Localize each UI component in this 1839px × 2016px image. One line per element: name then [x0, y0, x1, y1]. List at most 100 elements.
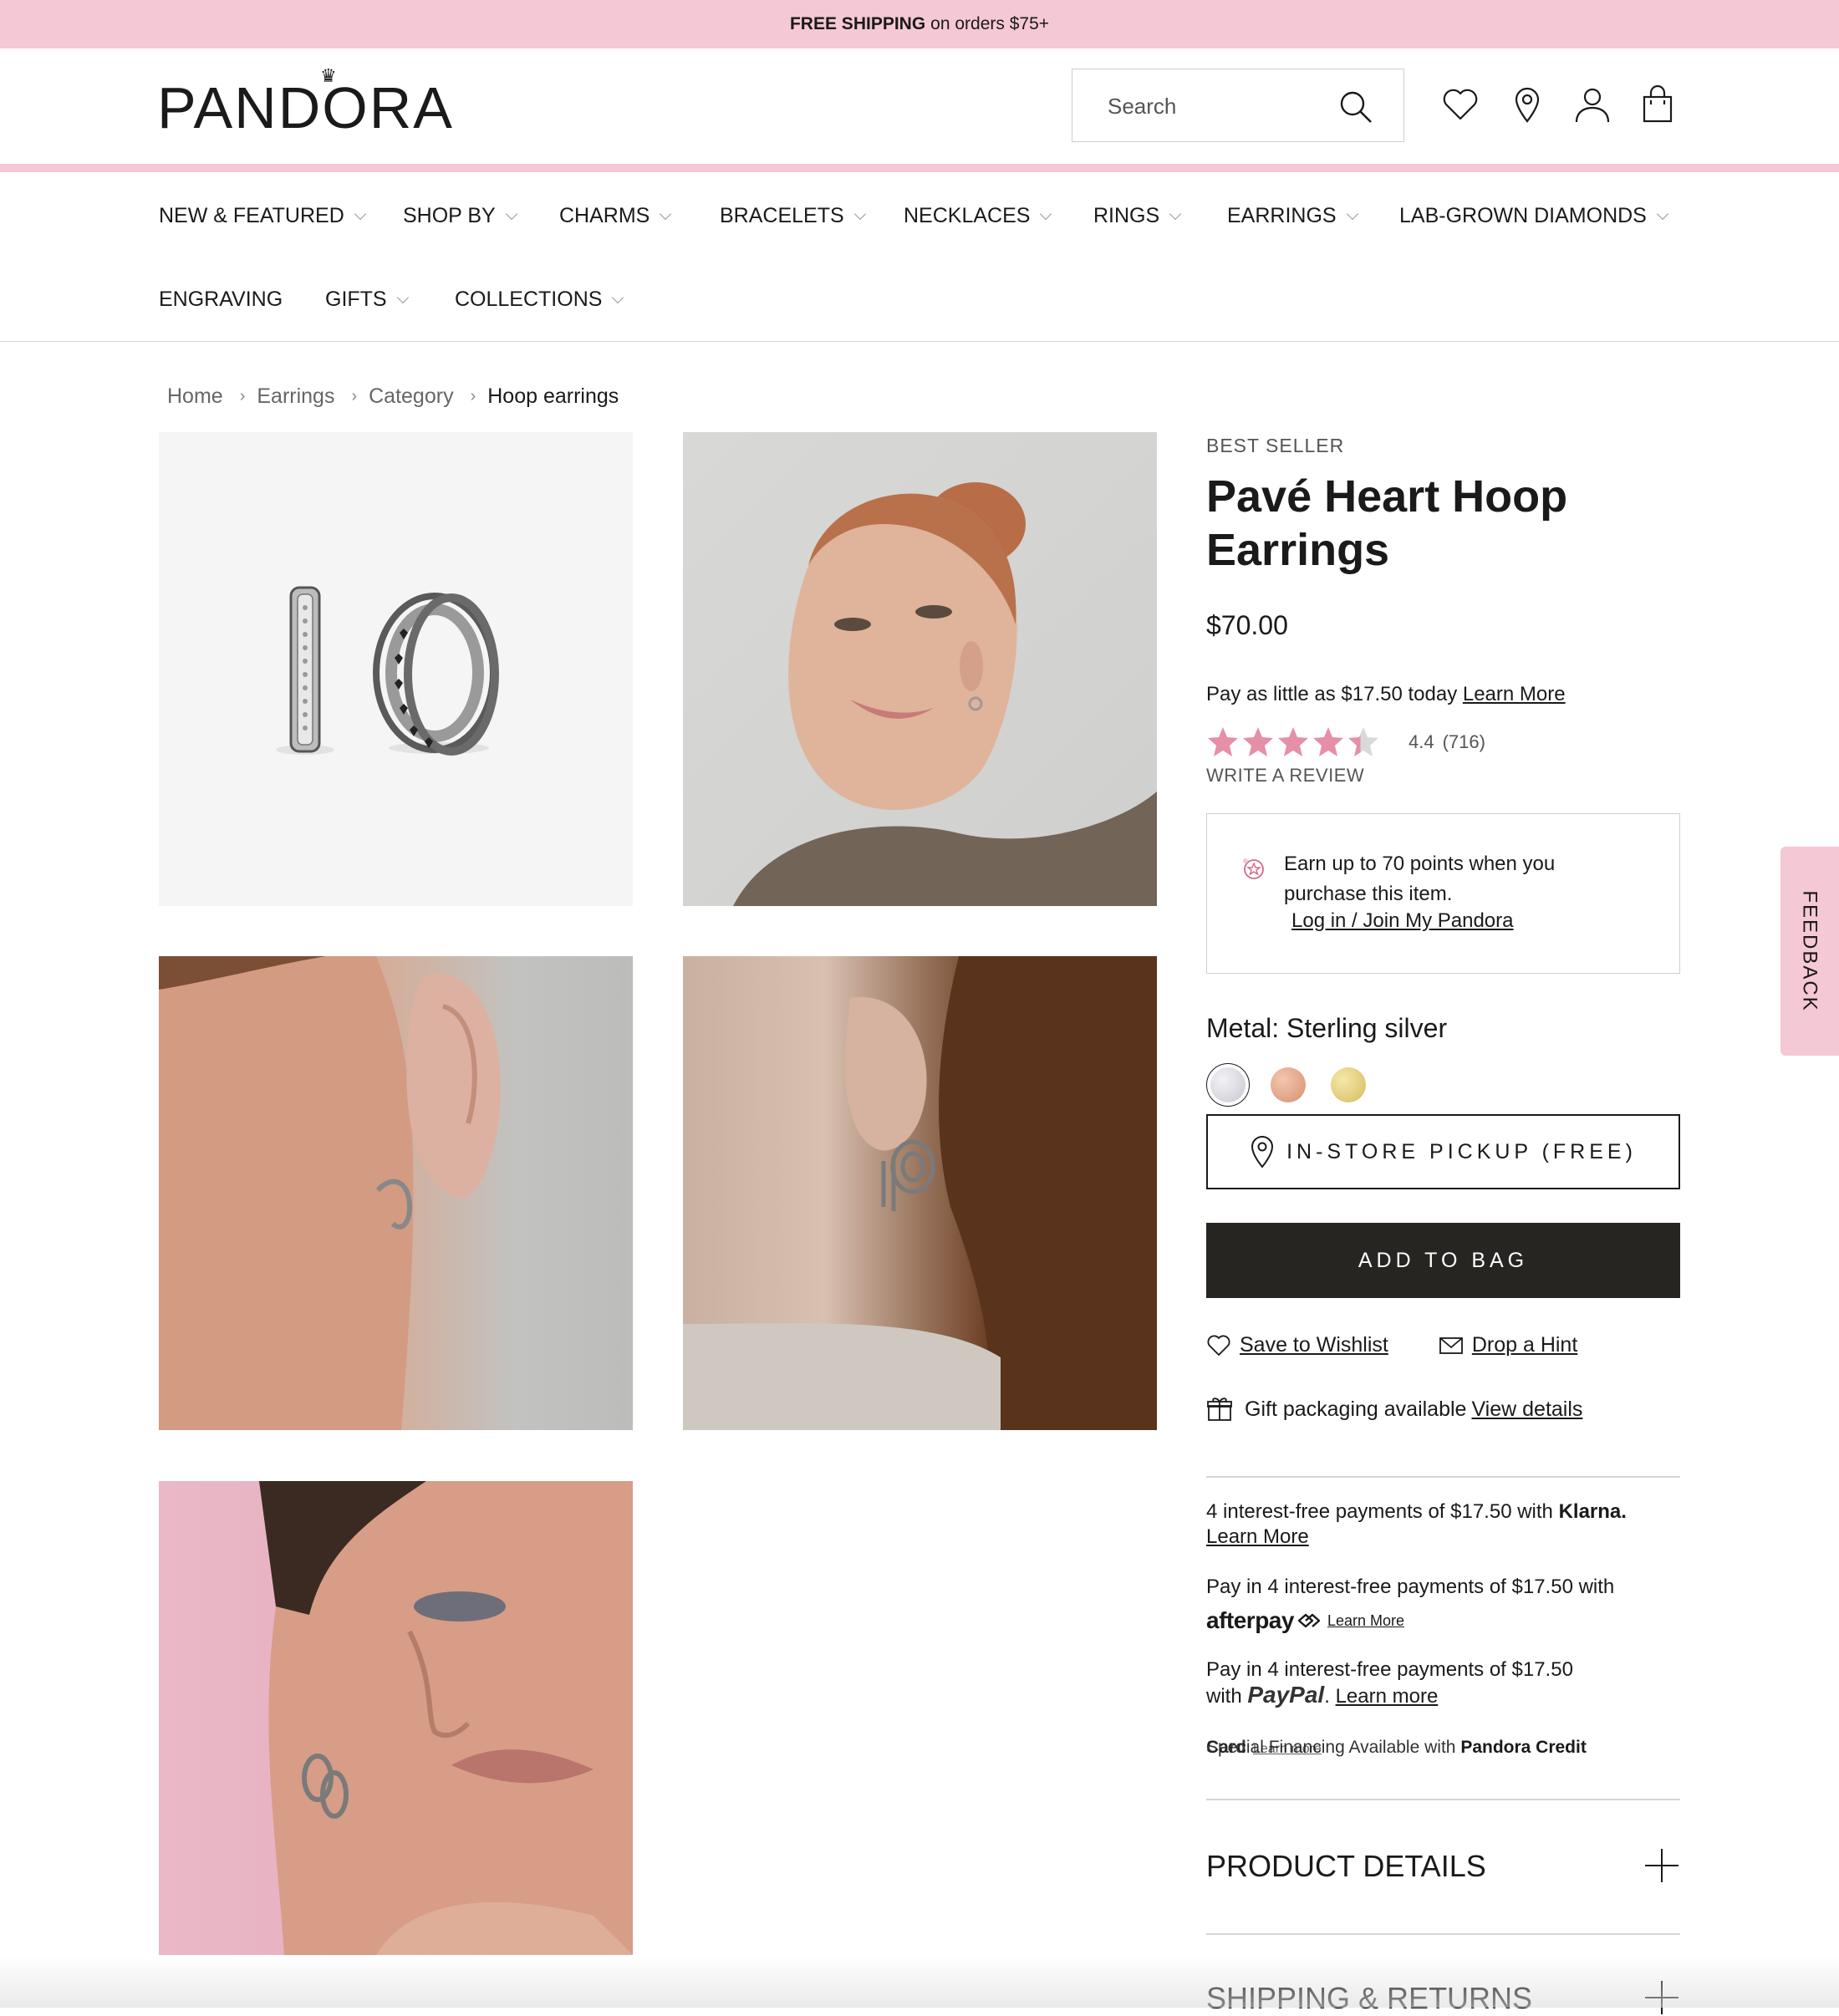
product-image-packshot[interactable]: [159, 432, 633, 906]
chevron-down-icon: [660, 207, 672, 220]
best-seller-label: BEST SELLER: [1206, 435, 1345, 456]
feedback-tab[interactable]: FEEDBACK: [1780, 847, 1839, 1056]
klarna-learn-more-link[interactable]: Learn More: [1206, 1525, 1309, 1548]
klarna-logo: Klarna.: [1558, 1500, 1627, 1523]
chevron-down-icon: [1040, 207, 1052, 220]
breadcrumb-category[interactable]: Category: [369, 384, 453, 409]
heart-icon[interactable]: [1441, 85, 1480, 124]
promo-rest: on orders $75+: [930, 14, 1050, 33]
product-details-accordion[interactable]: PRODUCT DETAILS: [1206, 1849, 1486, 1884]
nav-charms[interactable]: CHARMS: [559, 204, 672, 228]
in-store-pickup-button[interactable]: IN-STORE PICKUP (FREE): [1206, 1114, 1680, 1189]
envelope-icon: [1439, 1336, 1463, 1354]
product-image-model-smile[interactable]: [683, 432, 1157, 906]
header-divider: [0, 164, 1839, 172]
swatch-gold[interactable]: [1331, 1067, 1366, 1102]
drop-a-hint-button[interactable]: Drop a Hint: [1439, 1333, 1577, 1357]
model-photo-4: [259, 1481, 633, 1955]
afterpay-arrows-icon: [1297, 1613, 1321, 1628]
hoop-earrings-image: [276, 586, 499, 756]
breadcrumb-earrings[interactable]: Earrings: [257, 384, 334, 409]
rating-row[interactable]: 4.4 (716): [1206, 725, 1485, 759]
paypal-text-2: with: [1206, 1685, 1242, 1708]
afterpay-logo: afterpay: [1206, 1607, 1294, 1633]
nav-label: EARRINGS: [1227, 204, 1337, 227]
chevron-down-icon: [1169, 207, 1182, 220]
star-icon: [1348, 727, 1378, 756]
bag-icon[interactable]: [1638, 85, 1677, 124]
promo-bar: FREE SHIPPING on orders $75+: [0, 0, 1839, 48]
product-image-ear-closeup[interactable]: [159, 956, 633, 1430]
viewport-bottom-shade: [0, 1956, 1839, 2008]
nav-engraving[interactable]: ENGRAVING: [159, 288, 283, 312]
nav-lab-grown-diamonds[interactable]: LAB-GROWN DIAMONDS: [1399, 204, 1668, 228]
chevron-down-icon: [354, 207, 366, 220]
login-join-link[interactable]: Log in / Join My Pandora: [1291, 909, 1514, 933]
pay-little-row: Pay as little as $17.50 today Learn More: [1206, 683, 1566, 706]
logo[interactable]: PANDORA ♛: [157, 67, 454, 138]
model-photo-2: [159, 956, 501, 1430]
crown-icon: ♛: [320, 65, 339, 86]
search-icon[interactable]: [1338, 89, 1373, 125]
save-to-wishlist-button[interactable]: Save to Wishlist: [1206, 1333, 1388, 1357]
location-pin-icon[interactable]: [1508, 85, 1546, 124]
swatch-rose-gold[interactable]: [1271, 1067, 1306, 1102]
hint-label: Drop a Hint: [1471, 1333, 1578, 1357]
nav-label: GIFTS: [325, 288, 387, 311]
nav-bracelets[interactable]: BRACELETS: [720, 204, 866, 228]
product-image-face-closeup[interactable]: [159, 1481, 633, 1955]
star-icon: [1208, 727, 1238, 756]
nav-label: NECKLACES: [904, 204, 1031, 227]
add-to-bag-button[interactable]: ADD TO BAG: [1206, 1223, 1680, 1298]
pandora-credit-brand: Pandora Credit: [1460, 1738, 1587, 1757]
payments-divider-bottom: [1206, 1799, 1680, 1800]
view-details-link[interactable]: View details: [1471, 1397, 1582, 1422]
gift-packaging-row: Gift packaging available View details: [1206, 1396, 1582, 1423]
nav-rings[interactable]: RINGS: [1093, 204, 1182, 228]
search-box: [1072, 69, 1404, 143]
pandora-credit-row: Card Learn more Special Financing Availa…: [1206, 1735, 1587, 1760]
nav-label: COLLECTIONS: [455, 288, 603, 311]
product-image-ear-profile[interactable]: [683, 956, 1157, 1430]
accordion-divider: [1206, 1933, 1680, 1935]
product-title: Pavé Heart Hoop Earrings: [1206, 471, 1568, 575]
account-icon[interactable]: [1573, 85, 1612, 124]
nav-collections[interactable]: COLLECTIONS: [455, 288, 624, 312]
breadcrumb: Home › Earrings › Category › Hoop earrin…: [167, 384, 619, 409]
logo-text: PANDORA: [157, 75, 454, 140]
afterpay-learn-more-link[interactable]: Learn More: [1327, 1608, 1404, 1633]
pay-little-learn-more-link[interactable]: Learn More: [1463, 683, 1566, 705]
nav-necklaces[interactable]: NECKLACES: [904, 204, 1052, 228]
write-review-link[interactable]: WRITE A REVIEW: [1206, 765, 1364, 787]
search-input[interactable]: [1106, 69, 1360, 143]
plus-icon[interactable]: [1645, 1849, 1679, 1882]
model-photo-1: [733, 482, 1157, 906]
pay-little-text: Pay as little as $17.50 today: [1206, 683, 1458, 705]
nav-earrings[interactable]: EARRINGS: [1227, 204, 1358, 228]
swatch-sterling-silver[interactable]: [1210, 1067, 1246, 1102]
nav-gifts[interactable]: GIFTS: [325, 288, 409, 312]
paypal-row: Pay in 4 interest-free payments of $17.5…: [1206, 1658, 1573, 1708]
chevron-right-icon: ›: [239, 387, 246, 405]
star-icon: [1278, 727, 1308, 756]
add-to-bag-label: ADD TO BAG: [1358, 1248, 1529, 1272]
paypal-learn-more-link[interactable]: Learn more: [1336, 1685, 1439, 1708]
paypal-logo: PayPal: [1247, 1682, 1325, 1708]
shipping-returns-accordion[interactable]: SHIPPING & RETURNS: [1206, 1981, 1532, 2016]
nav-shop-by[interactable]: SHOP BY: [403, 204, 517, 228]
payments-divider-top: [1206, 1476, 1680, 1478]
breadcrumb-home[interactable]: Home: [167, 384, 223, 409]
chevron-down-icon: [853, 207, 866, 220]
rating-stars: [1208, 727, 1378, 756]
location-pin-icon: [1251, 1136, 1274, 1168]
heart-icon: [1207, 1335, 1230, 1356]
plus-icon[interactable]: [1645, 1981, 1679, 2014]
nav-new-featured[interactable]: NEW & FEATURED: [159, 204, 366, 228]
gift-text: Gift packaging available: [1245, 1397, 1467, 1421]
model-photo-3: [683, 956, 1157, 1430]
nav-label: SHOP BY: [403, 204, 496, 227]
nav-label: NEW & FEATURED: [159, 204, 344, 227]
pickup-label: IN-STORE PICKUP (FREE): [1286, 1139, 1637, 1163]
klarna-text: 4 interest-free payments of $17.50 with: [1206, 1500, 1553, 1523]
star-icon: [1243, 727, 1273, 756]
